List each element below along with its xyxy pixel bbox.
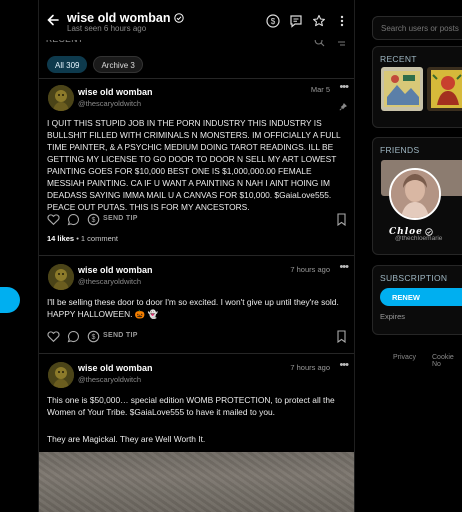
verified-badge-icon [173, 13, 184, 23]
likes-count[interactable]: 14 likes [47, 234, 74, 243]
message-icon[interactable] [288, 13, 304, 29]
send-tip-dollar-icon[interactable]: $ [87, 330, 100, 348]
search-input[interactable]: Search users or posts [372, 16, 462, 40]
star-icon[interactable] [311, 13, 327, 29]
right-sidebar: Search users or posts RECENT FRIENDS Chl… [369, 0, 462, 512]
post-text-second: They are Magickal. They are Well Worth I… [47, 434, 206, 444]
media-thumbnail[interactable] [427, 67, 462, 111]
post-text: I QUIT THIS STUPID JOB IN THE PORN INDUS… [47, 118, 341, 212]
comments-count[interactable]: 1 comment [81, 234, 118, 243]
footer-link-cookie[interactable]: Cookie No [432, 354, 462, 368]
friends-card: FRIENDS Chloe @thechloemarie [372, 137, 462, 255]
post-actions: $ SEND TIP [47, 330, 347, 344]
avatar[interactable] [48, 264, 74, 290]
recent-media-card: RECENT [372, 46, 462, 128]
send-tip-button[interactable]: SEND TIP [103, 215, 138, 222]
post-text: I'll be selling these door to door I'm s… [47, 297, 339, 319]
like-heart-icon[interactable] [47, 330, 60, 348]
avatar[interactable] [48, 362, 74, 388]
more-horizontal-icon[interactable]: ••• [339, 81, 349, 93]
avatar[interactable] [48, 85, 74, 111]
pin-icon [339, 98, 347, 116]
post-image[interactable] [39, 452, 354, 512]
post-author-handle[interactable]: @thescaryoldwitch [78, 375, 141, 384]
like-heart-icon[interactable] [47, 213, 60, 231]
post-stats: 14 likes • 1 comment [47, 234, 118, 243]
svg-text:$: $ [271, 17, 276, 26]
profile-name-row: wise old womban [67, 11, 184, 25]
post: wise old womban @thescaryoldwitch 7 hour… [39, 255, 354, 353]
dollar-circle-icon[interactable]: $ [265, 13, 281, 29]
comment-icon[interactable] [67, 330, 80, 348]
tab-all[interactable]: All 309 [47, 56, 88, 73]
send-tip-dollar-icon[interactable]: $ [87, 213, 100, 231]
post-author-handle[interactable]: @thescaryoldwitch [78, 277, 141, 286]
post-date: Mar 5 [310, 85, 330, 94]
post-author-handle[interactable]: @thescaryoldwitch [78, 99, 141, 108]
back-arrow-icon[interactable] [45, 12, 61, 28]
feed-tabs: All 309 Archive 3 [47, 56, 143, 73]
post-author-name[interactable]: wise old womban [78, 363, 153, 373]
last-seen: Last seen 6 hours ago [67, 24, 147, 33]
more-horizontal-icon[interactable]: ••• [339, 261, 349, 273]
post-date: 7 hours ago [290, 363, 330, 372]
post-author-name[interactable]: wise old womban [78, 265, 153, 275]
renew-button[interactable]: RENEW [380, 288, 462, 306]
post-actions: $ SEND TIP [47, 213, 347, 227]
card-title: RECENT [380, 54, 417, 64]
subscription-card: SUBSCRIPTION RENEW Expires [372, 265, 462, 335]
post-author-name[interactable]: wise old womban [78, 87, 153, 97]
card-title: FRIENDS [380, 145, 420, 155]
friend-avatar[interactable] [389, 168, 441, 220]
comment-icon[interactable] [67, 213, 80, 231]
left-nav-strip [0, 0, 38, 512]
media-thumbnail[interactable] [381, 67, 423, 111]
new-post-button[interactable] [0, 287, 20, 313]
post-date: 7 hours ago [290, 265, 330, 274]
bookmark-icon[interactable] [336, 330, 347, 348]
post: wise old womban @thescaryoldwitch Mar 5 … [39, 78, 354, 255]
main-feed: wise old womban Last seen 6 hours ago $ … [38, 0, 355, 512]
header-actions: $ [265, 13, 350, 29]
svg-text:$: $ [92, 217, 96, 224]
send-tip-button[interactable]: SEND TIP [103, 332, 138, 339]
post-text: This one is $50,000… special edition WOM… [47, 395, 335, 417]
footer-link-privacy[interactable]: Privacy [393, 354, 416, 361]
expires-label: Expires [380, 312, 406, 321]
card-title: SUBSCRIPTION [380, 273, 448, 283]
more-vertical-icon[interactable] [334, 13, 350, 29]
friend-handle[interactable]: @thechloemarie [395, 235, 442, 242]
bookmark-icon[interactable] [336, 213, 347, 231]
svg-text:$: $ [92, 334, 96, 341]
tab-archive[interactable]: Archive 3 [93, 56, 143, 73]
more-horizontal-icon[interactable]: ••• [339, 359, 349, 371]
profile-name: wise old womban [67, 11, 171, 25]
profile-header: wise old womban Last seen 6 hours ago $ [39, 0, 354, 40]
